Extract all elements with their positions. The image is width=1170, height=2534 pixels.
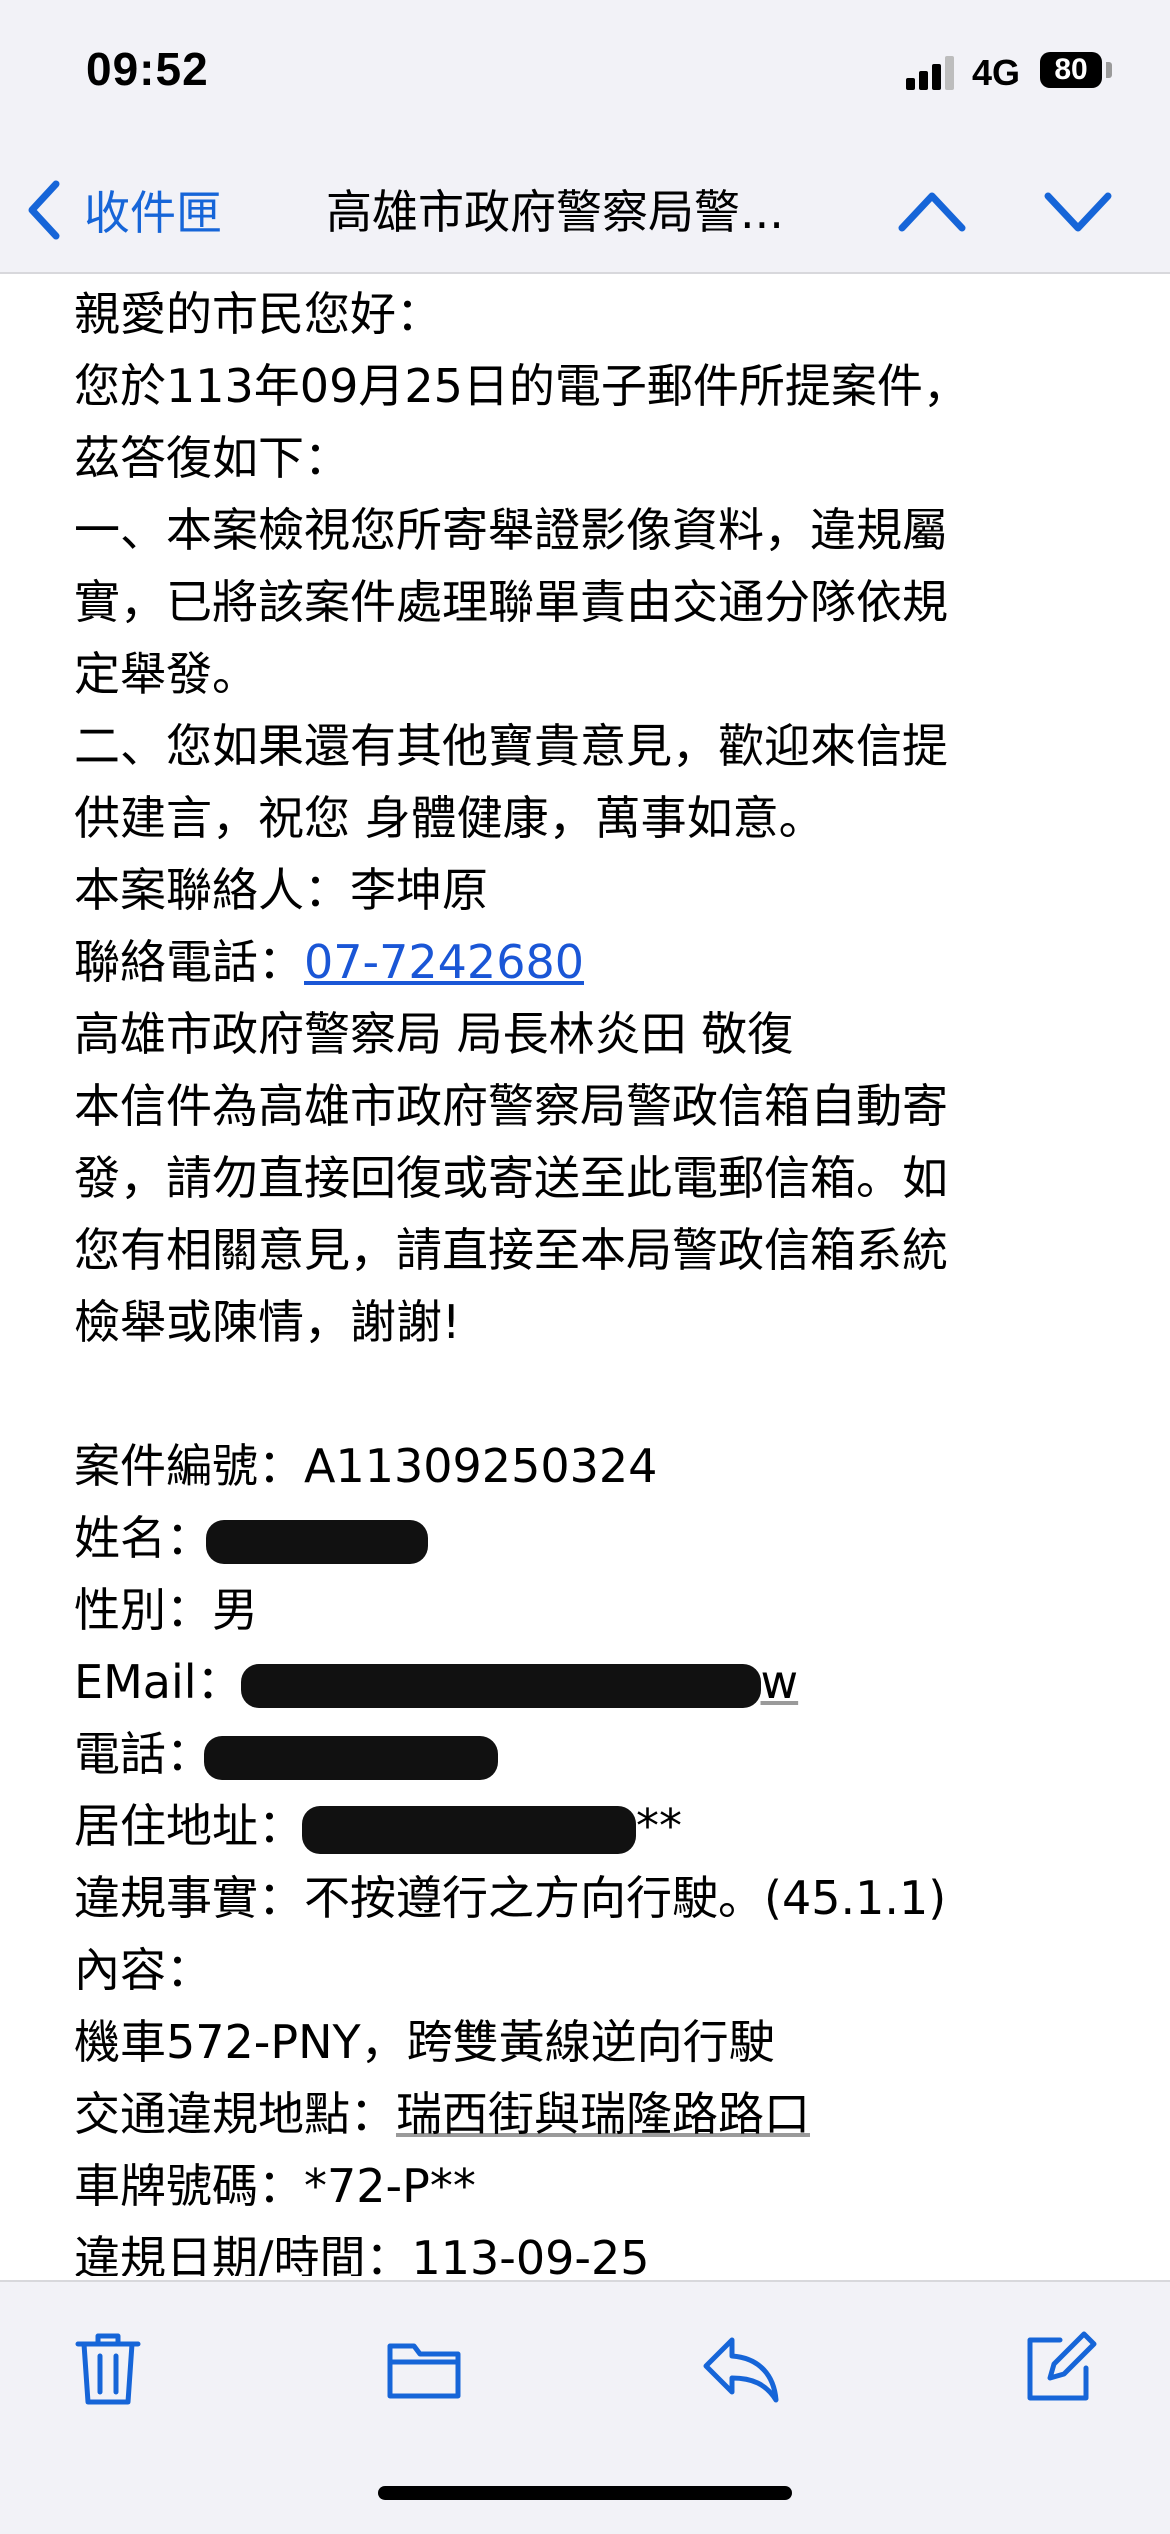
- paragraph-1-line-3: 定舉發。: [74, 647, 258, 701]
- move-to-folder-button[interactable]: [382, 2326, 466, 2410]
- trash-icon: [75, 2333, 141, 2405]
- paragraph-1-line-2: 實，已將該案件處理聯單責由交通分隊依規: [74, 575, 948, 629]
- notice-line-1: 本信件為高雄市政府警察局警政信箱自動寄: [74, 1079, 948, 1133]
- content-text: 機車572-PNY，跨雙黃線逆向行駛: [74, 2015, 775, 2069]
- status-bar: 09:52 4G 80: [0, 0, 1170, 150]
- case-number: 案件編號：A11309250324: [74, 1439, 658, 1493]
- redacted-address: [302, 1805, 636, 1854]
- redacted-email: [240, 1663, 761, 1708]
- location-label: 交通違規地點：: [74, 2087, 396, 2141]
- address-tail: **: [636, 1799, 682, 1853]
- paragraph-2-line-2: 供建言，祝您 身體健康，萬事如意。: [74, 791, 825, 845]
- notice-line-4: 檢舉或陳情，謝謝!: [74, 1295, 461, 1349]
- phone-label: 電話：: [74, 1727, 212, 1781]
- name-label: 姓名：: [74, 1511, 212, 1565]
- datetime-label: 違規日期/時間：: [74, 2231, 412, 2276]
- chevron-left-icon: [28, 180, 60, 240]
- redacted-name: [206, 1519, 428, 1564]
- gender-row: 性別：男: [74, 1583, 258, 1637]
- email-label: EMail：: [74, 1655, 243, 1709]
- battery-tip: [1106, 62, 1112, 78]
- paragraph-1-line-1: 一、本案檢視您所寄舉證影像資料，違規屬: [74, 503, 948, 557]
- next-message-button[interactable]: [1040, 176, 1116, 246]
- folder-icon: [387, 2343, 461, 2399]
- intro-line-2: 茲答復如下：: [74, 431, 350, 485]
- contact-phone-link[interactable]: 07-7242680: [304, 935, 584, 989]
- contact-person: 本案聯絡人：李坤原: [74, 863, 488, 917]
- location-value: 瑞西街與瑞隆路路口: [396, 2087, 810, 2141]
- chevron-down-icon: [1044, 192, 1112, 232]
- paragraph-2-line-1: 二、您如果還有其他寶貴意見，歡迎來信提: [74, 719, 948, 773]
- violation-fact: 違規事實：不按遵行之方向行駛。(45.1.1): [74, 1871, 947, 1925]
- back-to-inbox-button[interactable]: 收件匣: [24, 170, 222, 250]
- content-label: 內容：: [74, 1943, 212, 1997]
- compose-icon: [1027, 2331, 1097, 2401]
- email-row: EMail： w: [74, 1646, 1114, 1718]
- datetime-value: 113-09-25: [411, 2231, 650, 2276]
- notice-line-2: 發，請勿直接回復或寄送至此電郵信箱。如: [74, 1151, 948, 1205]
- contact-phone-label: 聯絡電話：: [74, 935, 304, 989]
- battery-icon: 80: [1040, 52, 1102, 88]
- phone-row: 電話：: [74, 1718, 1114, 1790]
- signal-strength-icon: [906, 56, 954, 90]
- network-type: 4G: [972, 52, 1021, 93]
- notice-line-3: 您有相關意見，請直接至本局警政信箱系統: [74, 1223, 948, 1277]
- address-row: 居住地址： **: [74, 1790, 1114, 1862]
- contact-phone-row: 聯絡電話：07-7242680: [74, 926, 1114, 998]
- email-body: 親愛的市民您好： 您於113年09月25日的電子郵件所提案件， 茲答復如下： 一…: [74, 278, 1114, 2276]
- back-label: 收件匣: [84, 186, 222, 240]
- redacted-phone: [204, 1735, 498, 1780]
- compose-button[interactable]: [1016, 2326, 1100, 2410]
- plate-number: 車牌號碼：*72-P**: [74, 2159, 476, 2213]
- name-row: 姓名：: [74, 1502, 1114, 1574]
- location-row: 交通違規地點：瑞西街與瑞隆路路口: [74, 2078, 1114, 2150]
- delete-button[interactable]: [66, 2326, 150, 2410]
- reply-button[interactable]: [698, 2326, 782, 2410]
- reply-icon: [703, 2337, 779, 2403]
- datetime-row: 違規日期/時間：113-09-25: [74, 2222, 1114, 2276]
- address-label: 居住地址：: [74, 1799, 304, 1853]
- email-tail: w: [760, 1655, 799, 1709]
- chevron-up-icon: [898, 192, 966, 232]
- previous-message-button[interactable]: [894, 176, 970, 246]
- nav-bar: 收件匣 高雄市政府警察局警...: [0, 150, 1170, 274]
- home-indicator: [378, 2486, 792, 2500]
- status-time: 09:52: [86, 43, 209, 95]
- signature: 高雄市政府警察局 局長林炎田 敬復: [74, 1007, 794, 1061]
- greeting: 親愛的市民您好：: [74, 287, 442, 341]
- email-subject-title: 高雄市政府警察局警...: [326, 185, 784, 239]
- intro-line-1: 您於113年09月25日的電子郵件所提案件，: [74, 359, 969, 413]
